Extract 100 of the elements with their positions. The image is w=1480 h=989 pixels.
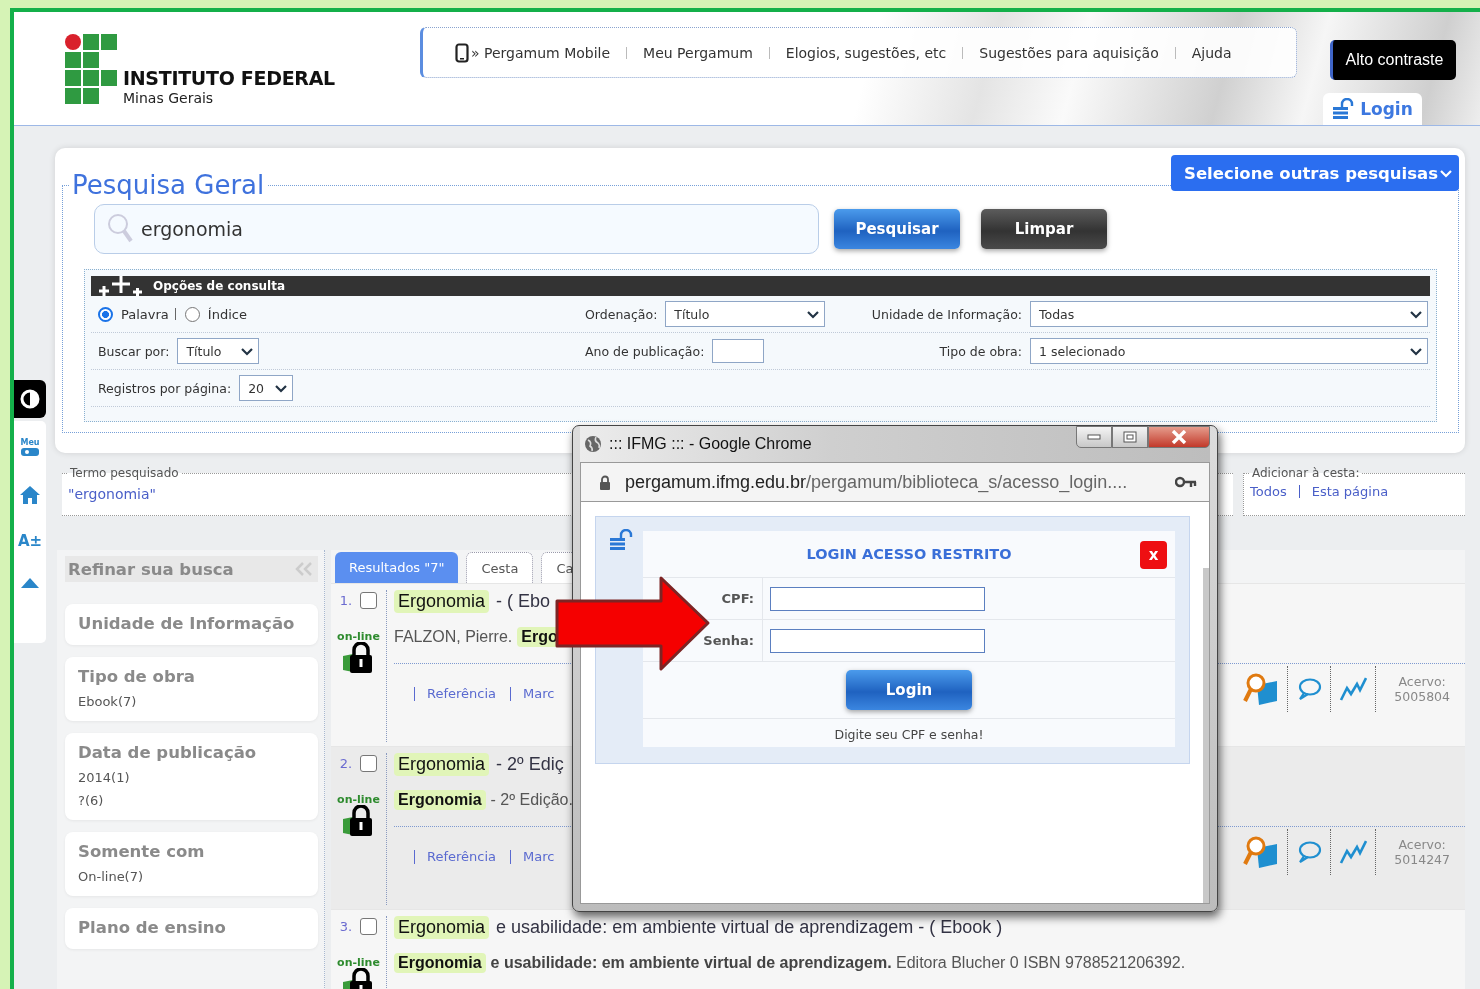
search-term-link[interactable]: "ergonomia" <box>68 486 156 502</box>
highlighted-term: Ergonomia <box>394 753 490 776</box>
radio-option[interactable]: Índice <box>184 306 247 322</box>
nav-link[interactable]: » Pergamum Mobile <box>471 44 611 61</box>
result-link[interactable]: Referência <box>427 849 497 864</box>
result-title[interactable]: e usabilidade: em ambiente virtual de aprendizagem - ( Ebook ) <box>496 917 1003 938</box>
checkbox[interactable] <box>360 918 378 935</box>
result-link[interactable]: Referência <box>427 686 497 701</box>
filter-option[interactable]: 2014(1) <box>78 770 306 785</box>
dropdown[interactable]: 20 <box>239 375 294 401</box>
search-field[interactable]: ergonomia <box>94 204 819 254</box>
status-label: on-line <box>337 794 380 805</box>
nav-link[interactable]: Ajuda <box>1191 44 1232 61</box>
close-button[interactable]: x <box>1140 541 1167 569</box>
result-link[interactable]: Marc <box>523 849 555 864</box>
font-size-button[interactable]: A± <box>17 533 43 549</box>
logo-icon <box>65 34 117 104</box>
scrollbar[interactable] <box>1203 568 1209 903</box>
tab[interactable]: Cesta <box>466 552 534 583</box>
contrast-icon <box>20 389 40 409</box>
result-number: 1. <box>339 593 353 608</box>
chevron-down-icon <box>274 383 289 393</box>
line-chart-icon <box>1339 839 1368 865</box>
unlock-icon <box>609 529 633 551</box>
line-chart-icon <box>1339 676 1368 702</box>
chevron-down-icon <box>1439 168 1453 178</box>
lock-icon <box>599 474 611 490</box>
login-title: LOGIN ACESSO RESTRITO <box>806 546 1012 562</box>
dropdown[interactable]: 1 selecionado <box>1030 338 1428 364</box>
up-arrow-icon <box>20 577 40 589</box>
field-label: Registros por página: <box>98 380 232 396</box>
text-field[interactable] <box>770 628 985 653</box>
unlock-icon <box>1332 98 1355 121</box>
other-searches-dropdown[interactable]: Selecione outras pesquisas <box>1171 155 1459 191</box>
result-detail: FALZON, Pierre. <box>394 628 513 646</box>
radio-button[interactable] <box>184 306 200 322</box>
login-link[interactable]: Login <box>1323 93 1422 125</box>
chevron-down-icon <box>1409 346 1423 356</box>
contrast-toggle[interactable] <box>14 380 46 418</box>
nav-link[interactable]: Sugestões para aquisição <box>979 44 1159 61</box>
globe-icon <box>584 435 602 453</box>
radio-option[interactable]: Palavra <box>98 306 169 322</box>
status-label: on-line <box>337 631 380 642</box>
back-to-top-button[interactable] <box>20 577 40 589</box>
home-button[interactable] <box>19 485 41 505</box>
field-label: Buscar por: <box>98 343 170 359</box>
field-label: Senha: <box>703 633 754 648</box>
filter-option[interactable]: ?(6) <box>78 793 306 808</box>
phone-icon <box>455 42 469 63</box>
magnifier-book-icon <box>1243 834 1280 870</box>
minimize-button[interactable] <box>1076 426 1112 448</box>
my-account-button[interactable]: Meu <box>20 439 40 457</box>
logo-subtitle: Minas Gerais <box>123 89 215 107</box>
clear-button[interactable]: Limpar <box>981 209 1107 249</box>
search-icon <box>107 213 133 243</box>
home-icon <box>19 485 41 505</box>
checkbox[interactable] <box>360 592 378 609</box>
holdings-button[interactable] <box>1241 829 1289 875</box>
nav-link[interactable]: Elogios, sugestões, etc <box>785 44 947 61</box>
window-title: ::: IFMG ::: - Google Chrome <box>609 435 812 453</box>
nav-link[interactable]: Meu Pergamum <box>643 44 753 61</box>
chevron-down-icon <box>240 346 255 356</box>
text-field[interactable] <box>770 586 985 611</box>
filter-option[interactable]: On-line(7) <box>78 869 306 884</box>
search-button[interactable]: Pesquisar <box>834 209 960 249</box>
acervo-number: Acervo: 5005804 <box>1393 673 1450 704</box>
holdings-button[interactable] <box>1241 666 1289 712</box>
speech-bubble-icon <box>1296 677 1323 701</box>
close-button[interactable] <box>1148 426 1210 448</box>
maximize-button[interactable] <box>1112 426 1148 448</box>
plus-icon <box>97 276 145 296</box>
highlighted-term: Ergonomia <box>394 590 490 613</box>
year-field[interactable] <box>712 339 765 363</box>
collapse-icon <box>294 562 314 576</box>
minimize-icon <box>1087 434 1101 440</box>
dropdown[interactable]: Todas <box>1030 301 1428 327</box>
checkbox[interactable] <box>360 755 378 772</box>
dropdown[interactable]: Título <box>665 301 826 327</box>
result-link[interactable]: Marc <box>523 686 555 701</box>
acervo-number: Acervo: 5014247 <box>1393 836 1450 867</box>
logo-title: INSTITUTO FEDERAL <box>123 68 335 89</box>
result-number: 2. <box>339 756 353 771</box>
result-number: 3. <box>339 919 353 934</box>
contrast-button[interactable]: Alto contraste <box>1330 40 1456 81</box>
dropdown[interactable]: Título <box>177 338 260 364</box>
close-icon <box>1171 430 1187 444</box>
basket-link[interactable]: Todos <box>1250 484 1287 499</box>
filter-option[interactable]: Ebook(7) <box>78 694 306 709</box>
maximize-icon <box>1123 431 1137 443</box>
field-label: Tipo de obra: <box>939 343 1022 359</box>
radio-button[interactable] <box>98 306 113 322</box>
refine-title: Refinar sua busca <box>68 559 234 579</box>
basket-link[interactable]: Esta página <box>1311 484 1389 499</box>
result-title[interactable]: - 2º Ediç <box>496 754 564 775</box>
url-text[interactable]: pergamum.ifmg.edu.br/pergamum/biblioteca_s/acesso_login.... <box>625 471 1161 493</box>
result-detail: e usabilidade: em ambiente virtual de aprendizagem. Editora Blucher 0 ISBN 9788521206392. <box>490 954 1186 972</box>
login-button[interactable]: Login <box>846 670 972 710</box>
field-label: Ano de publicação: <box>585 343 705 359</box>
result-title[interactable]: - ( Ebo <box>496 591 551 612</box>
highlighted-term: Ergonomia <box>394 953 486 973</box>
